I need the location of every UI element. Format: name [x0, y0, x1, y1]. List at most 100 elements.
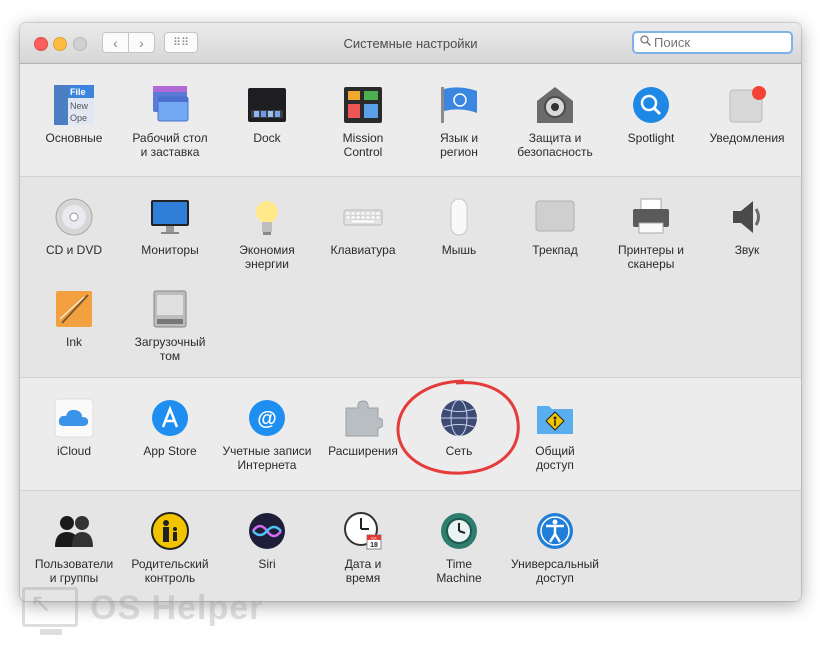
- pane-label: Dock: [253, 131, 281, 145]
- svg-text:File: File: [70, 87, 86, 97]
- cd-dvd-icon: [54, 197, 94, 237]
- pane-trackpad[interactable]: Трекпад: [510, 197, 600, 257]
- notifications-icon: [727, 85, 767, 125]
- pane-energy-saver[interactable]: Экономия энергии: [222, 197, 312, 271]
- general-icon: File New Ope: [54, 85, 94, 125]
- pane-ink[interactable]: Ink: [29, 289, 119, 349]
- watermark-text: OS Helper: [90, 589, 264, 627]
- pane-label: Клавиатура: [330, 243, 396, 257]
- pane-label: Рабочий стол и заставка: [132, 131, 208, 159]
- search-input[interactable]: [654, 34, 784, 51]
- pane-label: Родительский контроль: [131, 557, 209, 585]
- svg-text:JUL: JUL: [370, 535, 378, 540]
- pane-accessibility[interactable]: Универсальный доступ: [510, 511, 600, 585]
- svg-text:Ope: Ope: [70, 113, 87, 123]
- pane-language-region[interactable]: Язык и регион: [414, 85, 504, 159]
- pane-label: Уведомления: [709, 131, 785, 145]
- pane-sound[interactable]: Звук: [702, 197, 792, 257]
- internet-accounts-icon: @: [247, 398, 287, 438]
- pane-printers-scanners[interactable]: Принтеры и сканеры: [606, 197, 696, 271]
- pane-icloud[interactable]: iCloud: [29, 398, 119, 458]
- pane-mouse[interactable]: Мышь: [414, 197, 504, 257]
- language-region-icon: [439, 85, 479, 125]
- pane-label: Звук: [734, 243, 760, 257]
- pane-label: Трекпад: [532, 243, 578, 257]
- displays-icon: [150, 197, 190, 237]
- pane-dock[interactable]: Dock: [222, 85, 312, 145]
- pane-internet-accounts[interactable]: @ Учетные записи Интернета: [222, 398, 312, 472]
- date-time-icon: JUL 18: [343, 511, 383, 551]
- dock-icon: [247, 85, 287, 125]
- startup-disk-icon: [150, 289, 190, 329]
- pane-displays[interactable]: Мониторы: [125, 197, 215, 257]
- pane-app-store[interactable]: App Store: [125, 398, 215, 458]
- pane-label: Time Machine: [436, 557, 482, 585]
- trackpad-icon: [535, 197, 575, 237]
- svg-text:@: @: [257, 408, 277, 430]
- pane-label: Загрузочный том: [134, 335, 206, 363]
- pane-sharing[interactable]: Общий доступ: [510, 398, 600, 472]
- pane-siri[interactable]: Siri: [222, 511, 312, 571]
- ink-icon: [54, 289, 94, 329]
- parental-controls-icon: [150, 511, 190, 551]
- pane-label: Spotlight: [627, 131, 675, 145]
- pane-label: Расширения: [328, 444, 398, 458]
- title-bar: ‹ › ⠿⠿ Системные настройки: [20, 23, 801, 64]
- monitor-stand: [40, 629, 62, 635]
- extensions-icon: [343, 398, 384, 438]
- pane-time-machine[interactable]: Time Machine: [414, 511, 504, 585]
- sharing-icon: [535, 398, 575, 438]
- pane-spotlight[interactable]: Spotlight: [606, 85, 696, 145]
- pane-general[interactable]: File New Ope Основные: [29, 85, 119, 145]
- pane-label: Siri: [258, 557, 276, 571]
- time-machine-icon: [439, 511, 479, 551]
- pane-extensions[interactable]: Расширения: [318, 398, 408, 458]
- pane-label: Mission Control: [342, 131, 384, 159]
- spotlight-icon: [631, 85, 671, 125]
- section-hardware: CD и DVD Мониторы Экономия энергии Клави…: [20, 177, 801, 378]
- pane-label: Экономия энергии: [239, 243, 295, 271]
- pane-network[interactable]: Сеть: [414, 398, 504, 458]
- pane-date-time[interactable]: JUL 18 Дата и время: [318, 511, 408, 585]
- pane-keyboard[interactable]: Клавиатура: [318, 197, 408, 257]
- pane-label: Язык и регион: [439, 131, 479, 159]
- mouse-icon: [439, 197, 479, 237]
- pane-label: iCloud: [56, 444, 92, 458]
- pane-notifications[interactable]: Уведомления: [702, 85, 792, 145]
- pane-mission-control[interactable]: Mission Control: [318, 85, 408, 159]
- mission-control-icon: [343, 85, 383, 125]
- search-field[interactable]: [632, 31, 793, 54]
- pane-label: Принтеры и сканеры: [618, 243, 684, 271]
- watermark: ↖ OS Helper: [22, 585, 272, 645]
- app-store-icon: [150, 398, 190, 438]
- pane-users-groups[interactable]: Пользователи и группы: [29, 511, 119, 585]
- pane-label: Ink: [65, 335, 82, 349]
- pane-security[interactable]: Защита и безопасность: [510, 85, 600, 159]
- pane-cd-dvd[interactable]: CD и DVD: [29, 197, 119, 257]
- pane-label: Мониторы: [141, 243, 199, 257]
- pane-startup-disk[interactable]: Загрузочный том: [125, 289, 215, 363]
- users-groups-icon: [54, 511, 94, 551]
- security-icon: [535, 85, 575, 125]
- energy-saver-icon: [247, 197, 287, 237]
- pane-label: Универсальный доступ: [511, 557, 599, 585]
- pane-label: Основные: [45, 131, 103, 145]
- desktop-screensaver-icon: [150, 85, 190, 125]
- keyboard-icon: [343, 197, 383, 237]
- system-preferences-window: ‹ › ⠿⠿ Системные настройки File New Ope: [20, 23, 801, 601]
- pane-label: Учетные записи Интернета: [222, 444, 312, 472]
- accessibility-icon: [535, 511, 575, 551]
- cursor-icon: ↖: [30, 588, 52, 618]
- pane-label: Защита и безопасность: [517, 131, 593, 159]
- svg-text:18: 18: [370, 542, 378, 549]
- section-personal: File New Ope Основные Рабочий стол и зас…: [20, 64, 801, 177]
- pane-parental-controls[interactable]: Родительский контроль: [125, 511, 215, 585]
- pane-label: Мышь: [441, 243, 477, 257]
- pane-desktop-screensaver[interactable]: Рабочий стол и заставка: [125, 85, 215, 159]
- printers-icon: [631, 197, 671, 237]
- svg-text:New: New: [70, 101, 89, 111]
- pane-label: Общий доступ: [535, 444, 575, 472]
- icloud-icon: [54, 398, 94, 438]
- sound-icon: [727, 197, 767, 237]
- pane-label: CD и DVD: [45, 243, 103, 257]
